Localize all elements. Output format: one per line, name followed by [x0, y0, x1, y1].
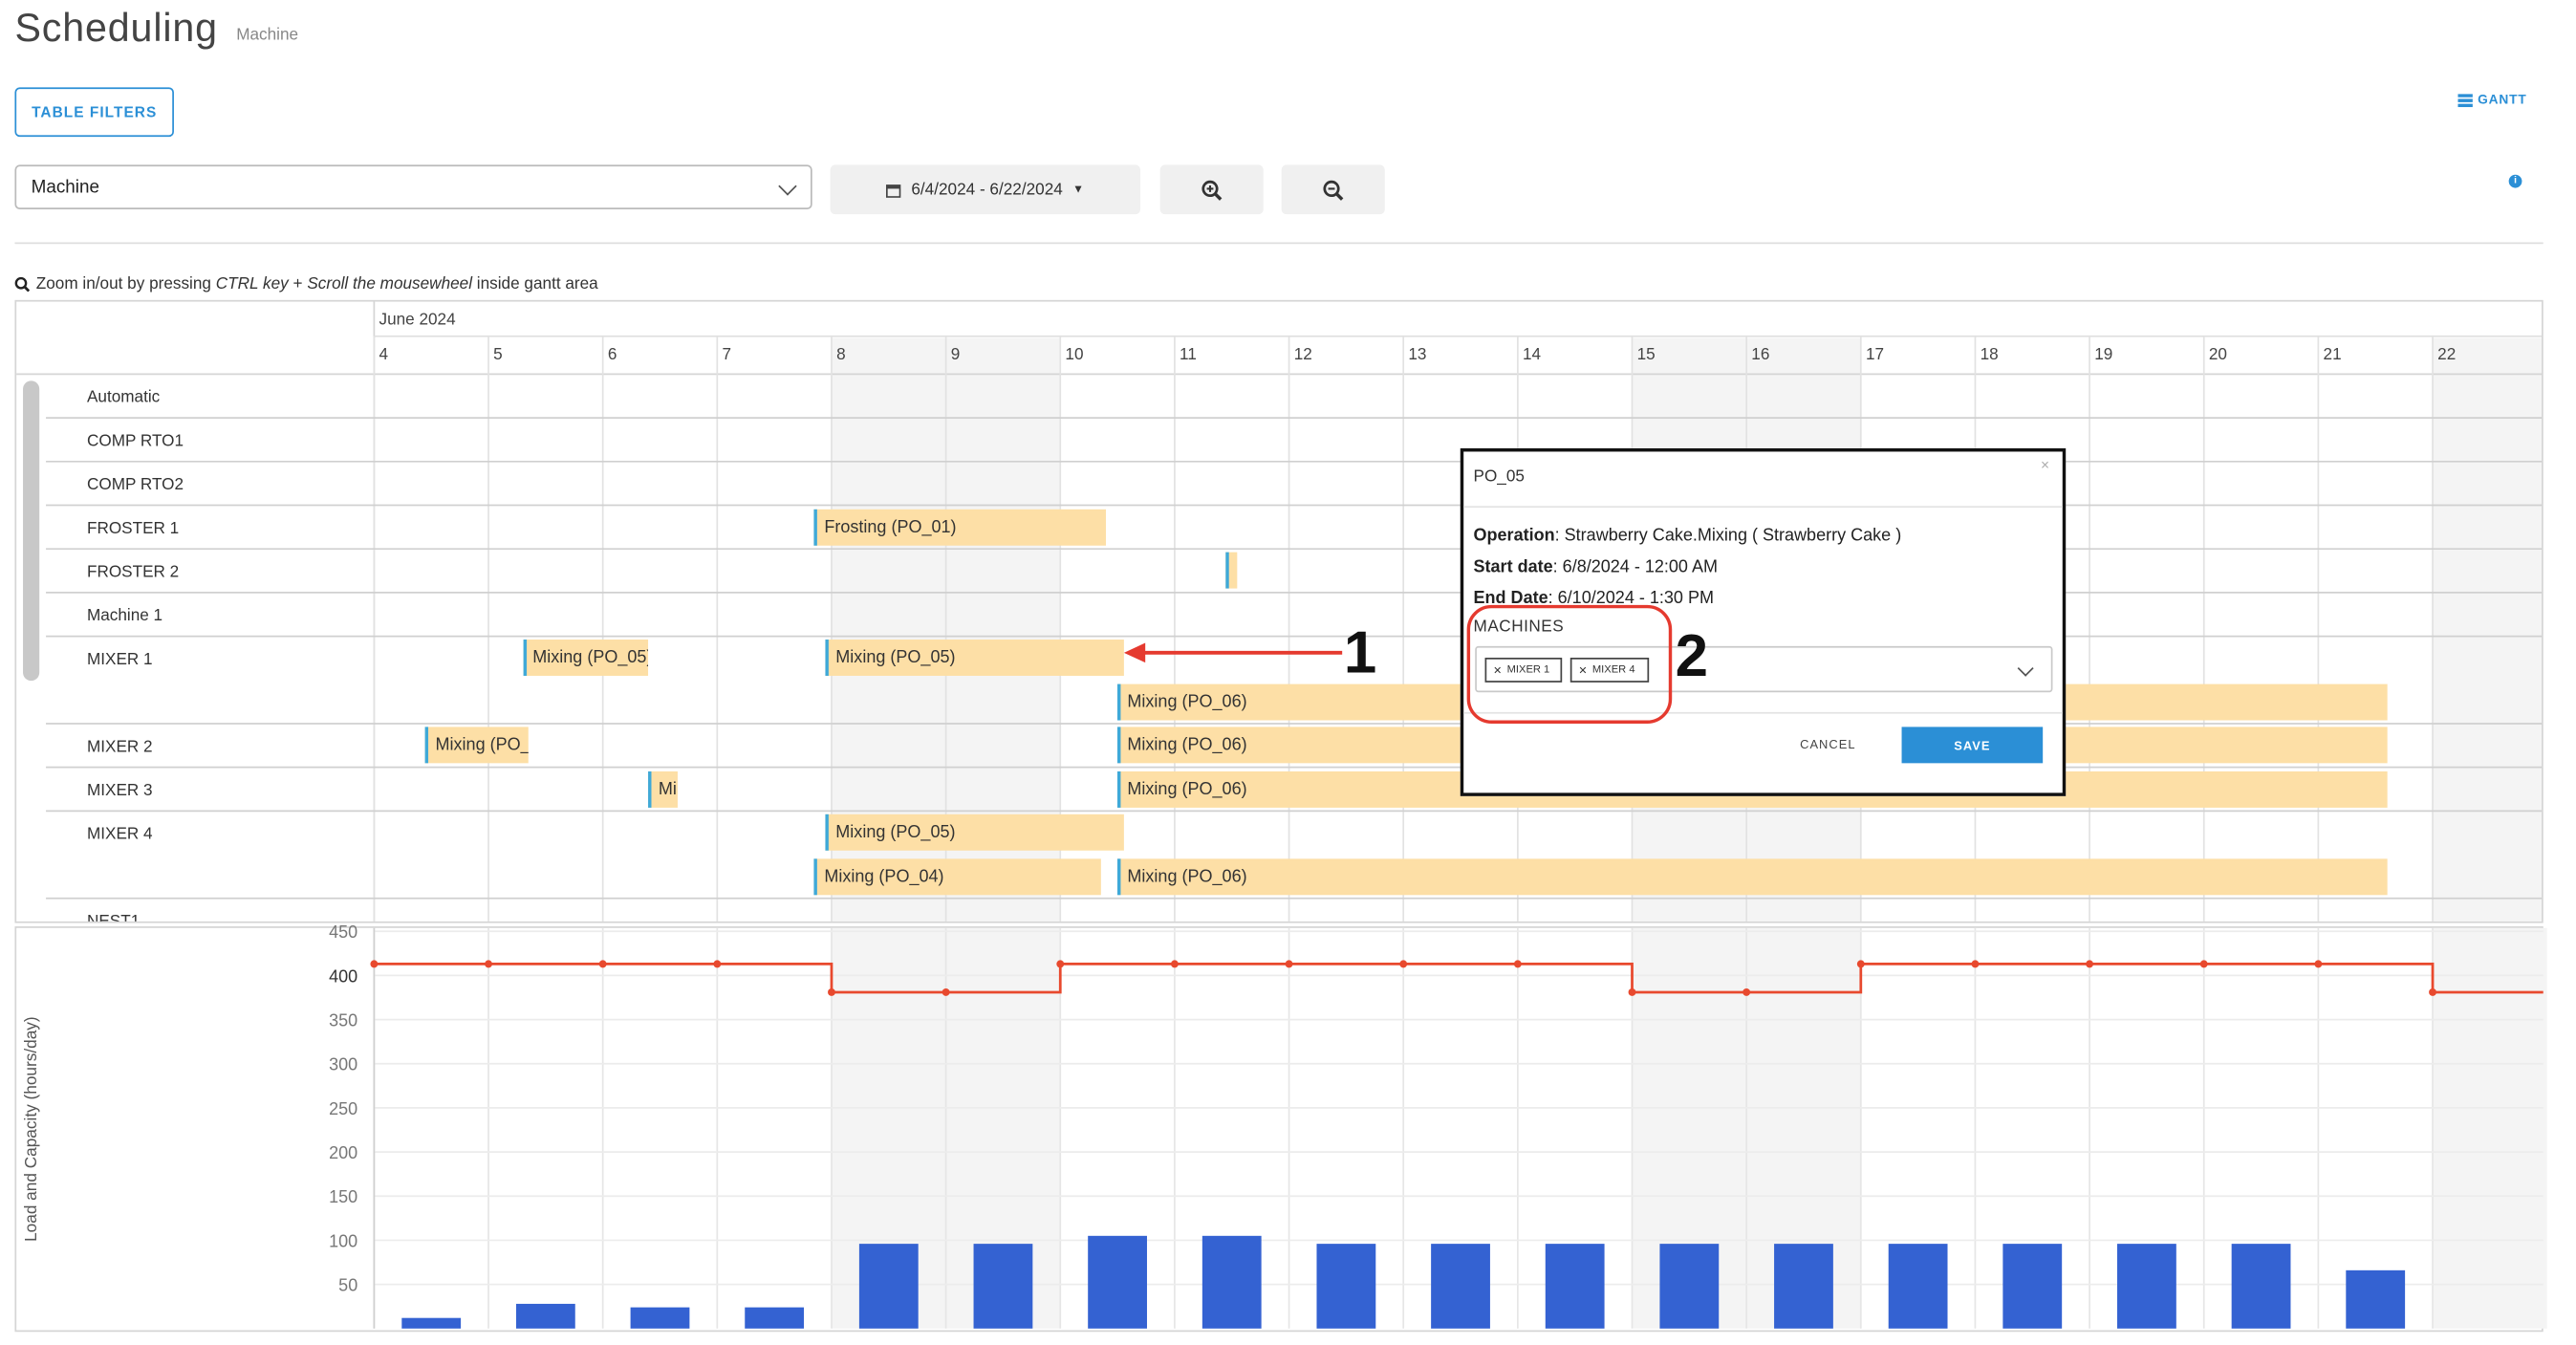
callout-highlight-box [1466, 604, 1673, 724]
callout-arrowhead [1123, 642, 1146, 663]
callout-number-1: 1 [1343, 618, 1377, 686]
annotation-layer [1123, 604, 1673, 724]
callout-number-2: 2 [1675, 621, 1709, 689]
